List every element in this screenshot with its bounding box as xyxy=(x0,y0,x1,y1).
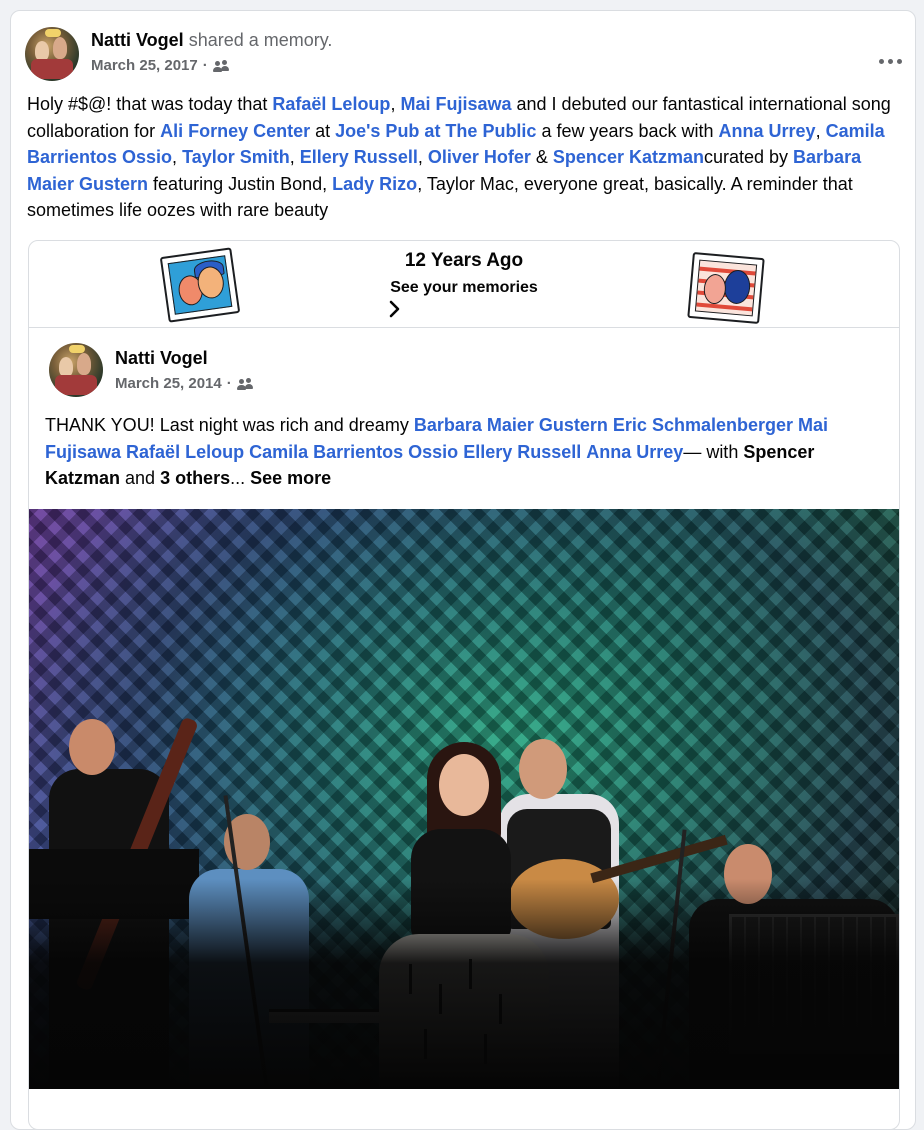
memory-banner[interactable]: 12 Years Ago See your memories xyxy=(29,241,899,328)
friends-icon[interactable] xyxy=(212,60,229,72)
original-post-text: THANK YOU! Last night was rich and dream… xyxy=(45,415,829,488)
see-more-link[interactable]: See more xyxy=(250,468,331,488)
tag-link[interactable]: Barbara Maier Gustern xyxy=(414,415,608,435)
tag-link[interactable]: Rafaël Leloup xyxy=(126,442,244,462)
original-author-avatar[interactable] xyxy=(49,343,103,397)
tag-link[interactable]: Oliver Hofer xyxy=(428,147,531,167)
tag-link[interactable]: Joe's Pub at The Public xyxy=(335,121,536,141)
post-card: Natti Vogel shared a memory. March 25, 2… xyxy=(10,10,916,1130)
post-action: shared a memory. xyxy=(188,30,333,50)
author-avatar[interactable] xyxy=(25,27,79,81)
tag-link[interactable]: Mai Fujisawa xyxy=(400,94,511,114)
post-date[interactable]: March 25, 2017 xyxy=(91,56,198,76)
original-post-date[interactable]: March 25, 2014 xyxy=(115,374,222,394)
post-photo[interactable] xyxy=(29,509,899,1089)
more-options-button[interactable] xyxy=(875,51,905,71)
polaroid-kiss-icon xyxy=(687,251,765,325)
post-meta: March 25, 2017 · xyxy=(91,56,229,76)
tag-link[interactable]: Anna Urrey xyxy=(719,121,816,141)
polaroid-friends-icon xyxy=(159,247,241,323)
memory-attachment: 12 Years Ago See your memories Natti Vog… xyxy=(28,240,900,1129)
tag-link[interactable]: Spencer Katzman xyxy=(553,147,704,167)
original-author-name[interactable]: Natti Vogel xyxy=(115,347,208,369)
chevron-right-icon[interactable] xyxy=(387,299,403,319)
others-link[interactable]: 3 others xyxy=(160,468,230,488)
original-post-meta: March 25, 2014 · xyxy=(115,374,253,394)
tag-link[interactable]: Taylor Smith xyxy=(182,147,290,167)
meta-separator: · xyxy=(202,57,208,74)
tag-link[interactable]: Camila Barrientos Ossio xyxy=(249,442,458,462)
friends-icon[interactable] xyxy=(236,378,253,390)
see-memories-link[interactable]: See your memories xyxy=(329,278,599,298)
tag-link[interactable]: Eric Schmalenberger xyxy=(613,415,793,435)
original-post-header: Natti Vogel March 25, 2014 · xyxy=(49,343,879,401)
author-line: Natti Vogel shared a memory. xyxy=(91,29,332,51)
more-horizontal-icon xyxy=(878,58,884,64)
post-header: Natti Vogel shared a memory. March 25, 2… xyxy=(25,25,902,83)
tag-link[interactable]: Ali Forney Center xyxy=(160,121,310,141)
tag-link[interactable]: Anna Urrey xyxy=(586,442,683,462)
memory-title: 12 Years Ago xyxy=(404,250,524,271)
tag-link[interactable]: Lady Rizo xyxy=(332,174,417,194)
author-name[interactable]: Natti Vogel xyxy=(91,30,184,50)
tag-link[interactable]: Ellery Russell xyxy=(300,147,418,167)
post-text: Holy #$@! that was today that Rafaël Lel… xyxy=(27,94,891,220)
tag-link[interactable]: Ellery Russell xyxy=(463,442,581,462)
meta-separator: · xyxy=(226,375,232,392)
tag-link[interactable]: Rafaël Leloup xyxy=(272,94,390,114)
